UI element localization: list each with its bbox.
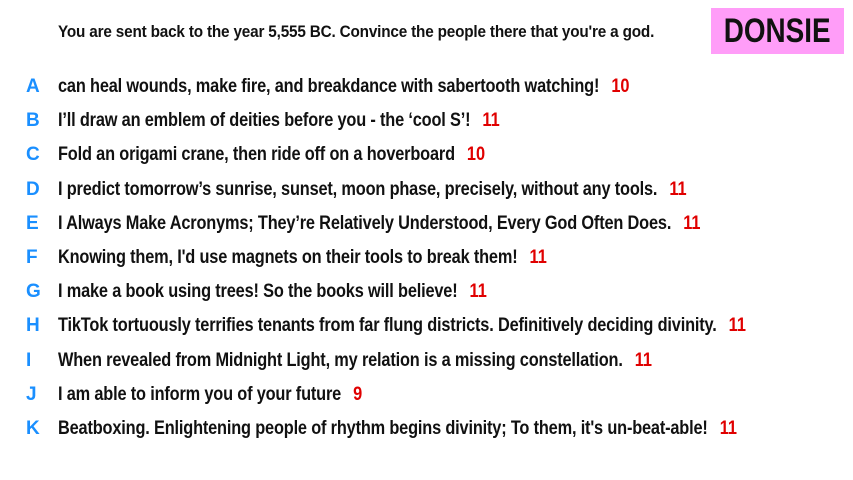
answer-letter: B xyxy=(26,110,40,132)
answer-score: 10 xyxy=(611,76,630,98)
answer-text: I predict tomorrow’s sunrise, sunset, mo… xyxy=(58,178,658,200)
answer-content: I make a book using trees! So the books … xyxy=(58,281,487,303)
answer-letter: I xyxy=(26,349,32,371)
answer-score: 11 xyxy=(469,281,487,303)
answer-score: 11 xyxy=(728,315,746,337)
player-name: DONSIE xyxy=(724,11,831,50)
answer-score: 11 xyxy=(529,247,547,269)
answer-text: TikTok tortuously terrifies tenants from… xyxy=(58,315,717,337)
answer-content: Beatboxing. Enlightening people of rhyth… xyxy=(58,418,737,440)
answer-letter: A xyxy=(26,76,40,98)
answer-text: I Always Make Acronyms; They’re Relative… xyxy=(58,212,672,234)
answer-content: I am able to inform you of your future 9 xyxy=(58,384,362,406)
answer-score: 9 xyxy=(353,383,363,405)
answer-text: Beatboxing. Enlightening people of rhyth… xyxy=(58,417,708,439)
answer-content: Fold an origami crane, then ride off on … xyxy=(58,144,485,166)
prompt-text: You are sent back to the year 5,555 BC. … xyxy=(58,22,655,41)
answer-text: Knowing them, I'd use magnets on their t… xyxy=(58,247,518,269)
answer-score: 11 xyxy=(719,417,737,439)
answer-content: I’ll draw an emblem of deities before yo… xyxy=(58,110,500,132)
answer-letter: D xyxy=(26,178,40,200)
answer-content: TikTok tortuously terrifies tenants from… xyxy=(58,315,746,337)
answer-text: I make a book using trees! So the books … xyxy=(58,281,458,303)
answer-score: 10 xyxy=(466,144,486,166)
answer-content: When revealed from Midnight Light, my re… xyxy=(58,350,652,372)
answer-letter: K xyxy=(26,417,40,439)
answer-text: can heal wounds, make fire, and breakdan… xyxy=(58,76,600,98)
answer-letter: E xyxy=(26,212,39,234)
answer-score: 11 xyxy=(683,212,701,234)
answer-content: I predict tomorrow’s sunrise, sunset, mo… xyxy=(58,179,687,201)
player-name-badge: DONSIE xyxy=(711,8,844,54)
answer-content: can heal wounds, make fire, and breakdan… xyxy=(58,76,629,98)
answer-letter: C xyxy=(26,144,40,166)
answer-text: I’ll draw an emblem of deities before yo… xyxy=(58,110,471,132)
answer-text: Fold an origami crane, then ride off on … xyxy=(58,144,455,166)
answer-score: 11 xyxy=(482,110,500,132)
answer-letter: F xyxy=(26,247,38,269)
answer-letter: J xyxy=(26,383,37,405)
answer-score: 11 xyxy=(669,178,687,200)
answer-content: Knowing them, I'd use magnets on their t… xyxy=(58,247,547,269)
answer-content: I Always Make Acronyms; They’re Relative… xyxy=(58,213,701,235)
answer-text: I am able to inform you of your future xyxy=(58,383,342,405)
answer-letter: H xyxy=(26,315,40,337)
answer-score: 11 xyxy=(634,349,653,371)
answer-text: When revealed from Midnight Light, my re… xyxy=(58,349,623,371)
answer-letter: G xyxy=(26,281,41,303)
